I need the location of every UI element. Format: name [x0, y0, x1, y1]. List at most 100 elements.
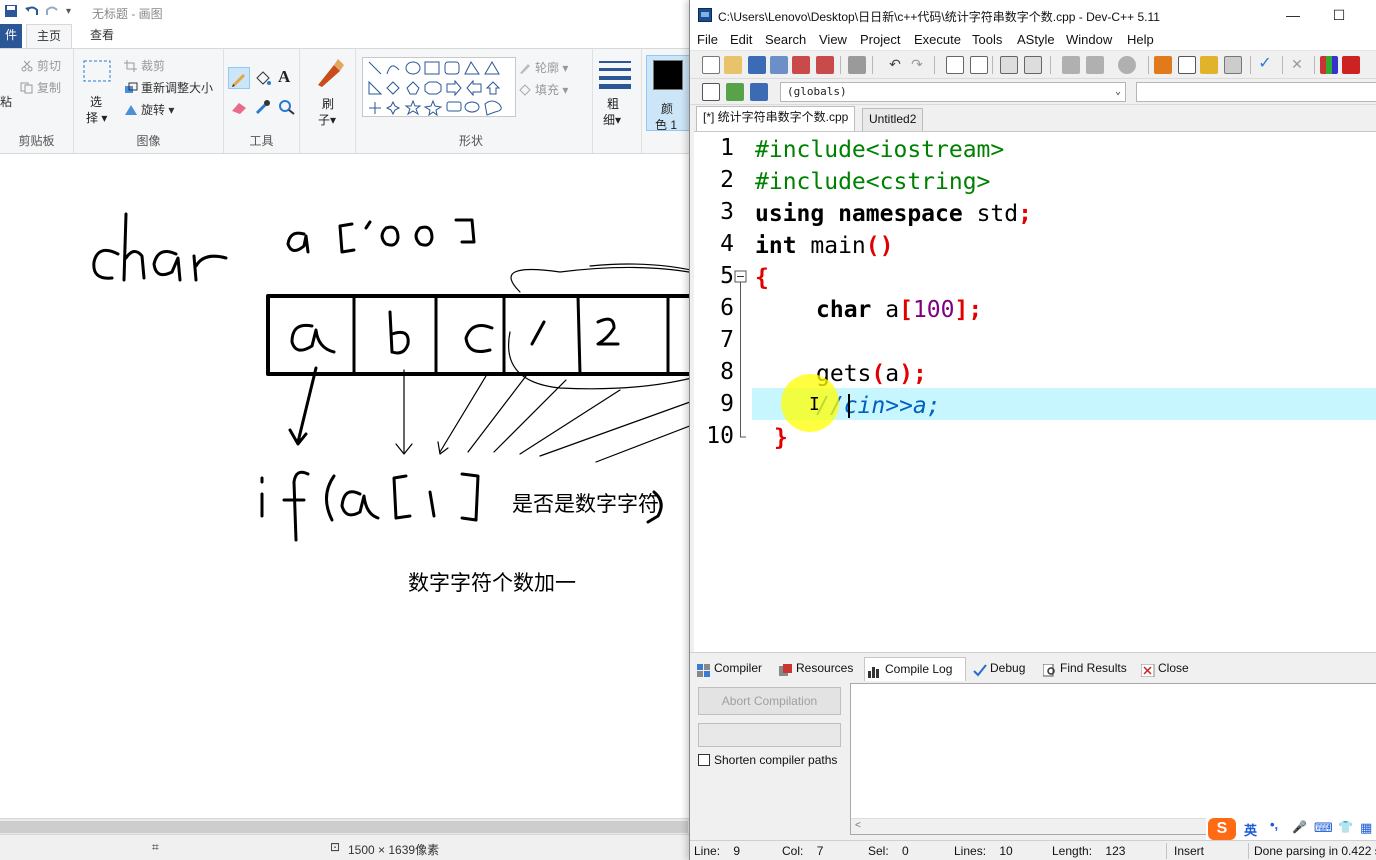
paint-horizontal-scrollbar[interactable] — [0, 818, 700, 834]
crop-button[interactable]: 裁剪 — [124, 57, 165, 74]
menu-edit[interactable]: Edit — [730, 32, 752, 47]
toolbox-icon[interactable]: ▦ — [1360, 820, 1372, 836]
skin-icon[interactable]: 👕 — [1338, 820, 1353, 834]
eraser-tool[interactable] — [230, 99, 248, 118]
tab-home[interactable]: 主页 — [26, 24, 73, 48]
profile-icon[interactable] — [1320, 56, 1338, 74]
scrollbar-thumb[interactable] — [0, 821, 688, 833]
shorten-paths-checkbox[interactable]: Shorten compiler paths — [698, 753, 837, 767]
stop-execution-icon[interactable]: ✕ — [1288, 56, 1306, 74]
menu-project[interactable]: Project — [860, 32, 900, 47]
status-col: Col: 7 — [782, 844, 824, 858]
size-group[interactable]: 粗 细▾ — [592, 49, 642, 153]
tab-compile-log[interactable]: Compile Log — [864, 657, 966, 681]
compile-icon[interactable] — [1154, 56, 1172, 74]
copy-button[interactable]: 复制 — [20, 79, 61, 96]
maximize-button[interactable]: ☐ — [1316, 2, 1362, 28]
microphone-icon[interactable]: 🎤 — [1292, 820, 1307, 834]
tab-view[interactable]: 查看 — [80, 24, 124, 48]
magnifier-tool[interactable] — [278, 99, 296, 118]
new-file-icon[interactable] — [702, 56, 720, 74]
paste-button[interactable]: 粘 — [0, 93, 12, 110]
toggle-comment-icon[interactable] — [1118, 56, 1136, 74]
book-icon[interactable] — [750, 83, 768, 101]
menu-file[interactable]: File — [697, 32, 718, 47]
print-icon[interactable] — [848, 56, 866, 74]
tab-resources[interactable]: Resources — [776, 657, 853, 681]
color-picker-tool[interactable] — [254, 99, 272, 118]
rebuild-icon[interactable] — [1224, 56, 1242, 74]
fold-minus-icon[interactable] — [734, 132, 748, 472]
rotate-button[interactable]: 旋转 ▾ — [124, 101, 174, 118]
save-icon[interactable] — [748, 56, 766, 74]
cut-button[interactable]: 剪切 — [20, 57, 61, 74]
text-tool[interactable]: A — [278, 67, 290, 87]
tab-debug[interactable]: Debug — [970, 657, 1025, 681]
menu-search[interactable]: Search — [765, 32, 806, 47]
find-icon[interactable] — [946, 56, 964, 74]
tab-untitled2[interactable]: Untitled2 — [862, 108, 924, 131]
debug-icon[interactable] — [1342, 56, 1360, 74]
paint-statusbar: ⌗ ⊡ 1500 × 1639像素 — [0, 834, 700, 860]
replace-icon[interactable] — [970, 56, 988, 74]
save-all-icon[interactable] — [770, 56, 788, 74]
tab-find-results[interactable]: Find Results — [1040, 657, 1127, 681]
goto-line-icon[interactable] — [1000, 56, 1018, 74]
abort-compilation-button[interactable]: Abort Compilation — [698, 687, 841, 715]
checkbox-box[interactable] — [698, 754, 710, 766]
scope-combobox[interactable]: (globals) ⌄ — [780, 82, 1126, 102]
insert-icon[interactable] — [702, 83, 720, 101]
function-combobox[interactable] — [1136, 82, 1376, 102]
indent-left-icon[interactable] — [1062, 56, 1080, 74]
fill-tool[interactable] — [254, 69, 272, 90]
color1-button[interactable]: 颜 色 1 — [646, 55, 690, 132]
outline-button[interactable]: 轮廓 ▾ — [518, 59, 568, 76]
compile-log-output[interactable]: < — [850, 683, 1376, 835]
indent-right-icon[interactable] — [1086, 56, 1104, 74]
pencil-tool[interactable] — [228, 67, 250, 89]
save-icon[interactable] — [4, 4, 18, 21]
compile-run-icon[interactable] — [1200, 56, 1218, 74]
ime-punctuation-icon[interactable]: •, — [1270, 817, 1278, 832]
scroll-left-icon[interactable]: < — [855, 820, 861, 831]
shapes-gallery[interactable] — [362, 57, 516, 117]
menubar: File Edit Search View Project Execute To… — [690, 30, 1376, 51]
tab-file[interactable]: 件 — [0, 24, 22, 48]
menu-window[interactable]: Window — [1066, 32, 1112, 47]
minimize-button[interactable]: — — [1270, 2, 1316, 28]
redo-icon[interactable] — [44, 4, 60, 21]
resize-button[interactable]: 重新调整大小 — [124, 79, 213, 96]
close-file-icon[interactable] — [792, 56, 810, 74]
statusbar: Line: 9 Col: 7 Sel: 0 Lines: 10 Length: … — [690, 840, 1376, 860]
keyboard-icon[interactable]: ⌨ — [1314, 820, 1333, 836]
quick-access-dropdown-icon[interactable]: ▾ — [66, 6, 71, 17]
undo-icon[interactable] — [24, 4, 40, 21]
syntax-check-icon[interactable]: ✓ — [1256, 56, 1274, 74]
tab-close[interactable]: Close — [1138, 657, 1189, 681]
bookmark-icon[interactable] — [1024, 56, 1042, 74]
canvas-size-icon: ⊡ — [330, 840, 341, 854]
paint-canvas[interactable]: 是否是数字字符 数字字符个数加一 — [0, 162, 700, 818]
brush-group[interactable]: 刷 子▾ — [300, 49, 356, 153]
run-icon[interactable] — [1178, 56, 1196, 74]
bottom-panel: Compiler Resources Compile Log Debug Fin… — [690, 652, 1376, 841]
redo-icon[interactable]: ↷ — [908, 56, 926, 74]
tab-compiler[interactable]: Compiler — [694, 657, 762, 681]
toolbar-separator — [1314, 56, 1315, 74]
menu-tools[interactable]: Tools — [972, 32, 1002, 47]
sogou-ime-logo[interactable]: S — [1208, 818, 1236, 840]
fill-button[interactable]: 填充 ▾ — [518, 81, 568, 98]
menu-view[interactable]: View — [819, 32, 847, 47]
undo-icon[interactable]: ↶ — [886, 56, 904, 74]
class-toolbar: (globals) ⌄ — [690, 79, 1376, 105]
tab-close-label: Close — [1158, 661, 1189, 675]
ime-language-toggle[interactable]: 英 — [1244, 820, 1257, 839]
close-all-icon[interactable] — [816, 56, 834, 74]
goto-icon[interactable] — [726, 83, 744, 101]
menu-help[interactable]: Help — [1127, 32, 1154, 47]
open-folder-icon[interactable] — [724, 56, 742, 74]
tab-current-file[interactable]: [*] 统计字符串数字个数.cpp — [696, 106, 856, 131]
select-button[interactable]: 选 择 ▾ — [82, 59, 114, 129]
menu-execute[interactable]: Execute — [914, 32, 961, 47]
menu-astyle[interactable]: AStyle — [1017, 32, 1055, 47]
